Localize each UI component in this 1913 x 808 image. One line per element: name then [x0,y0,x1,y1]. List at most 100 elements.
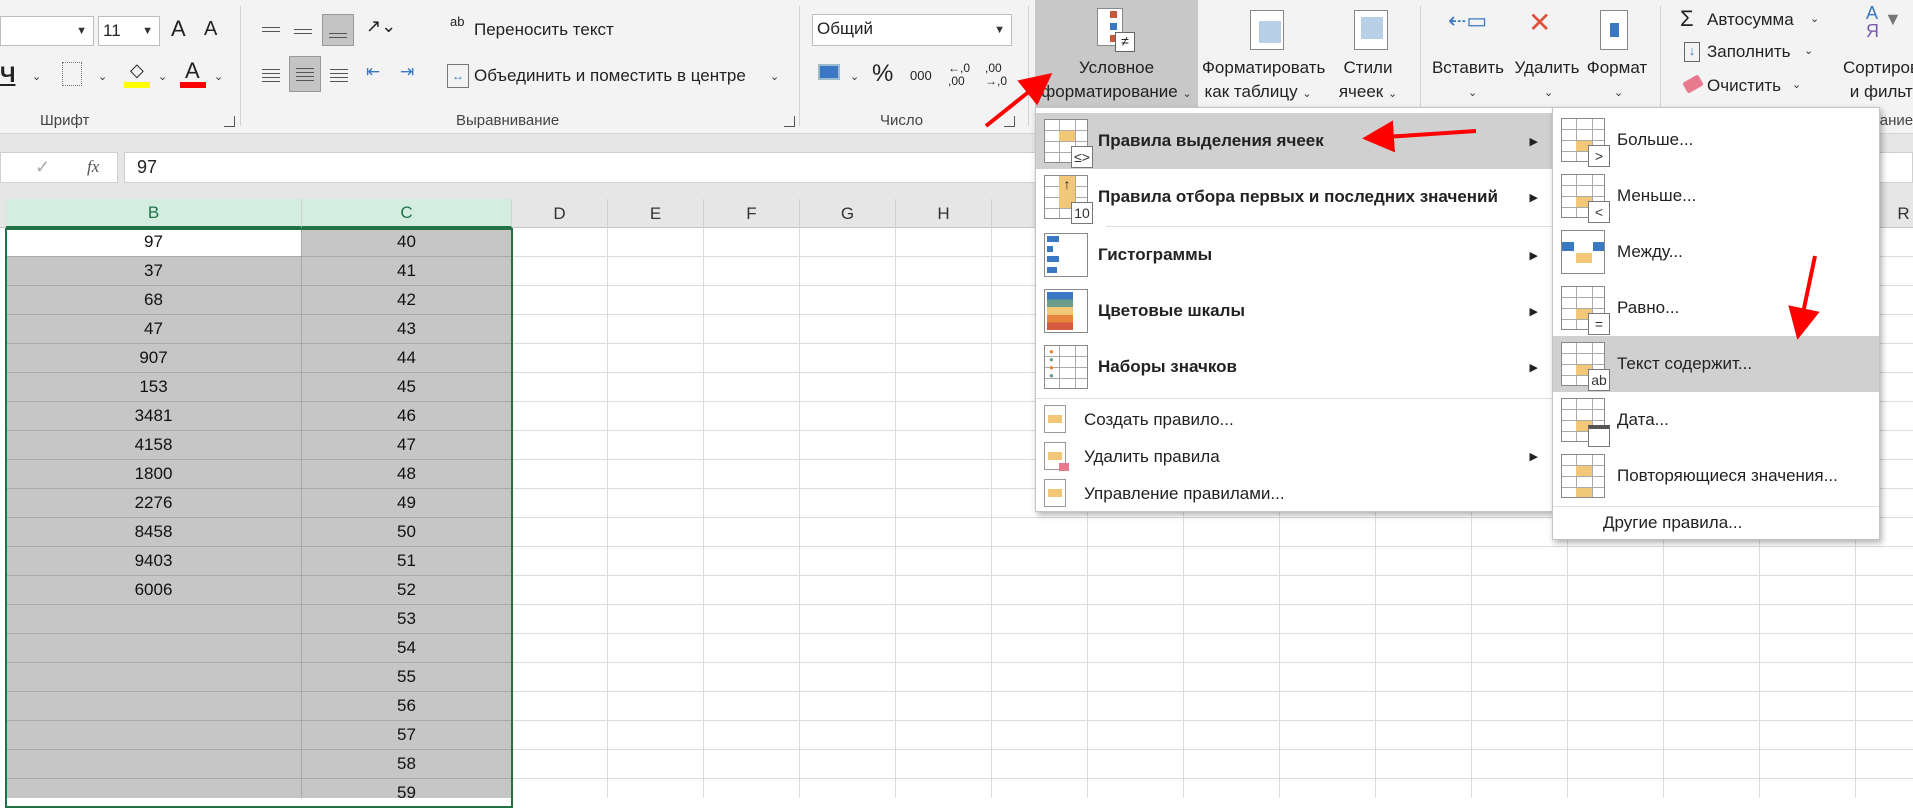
cell-E4[interactable] [608,315,704,344]
cell-L18[interactable] [1280,721,1376,750]
borders-icon[interactable] [62,62,82,86]
cell-D16[interactable] [512,663,608,692]
cell-F8[interactable] [704,431,800,460]
cell-G5[interactable] [800,344,896,373]
cell-O14[interactable] [1568,605,1664,634]
cell-D12[interactable] [512,547,608,576]
format-button[interactable]: Формат [1584,58,1650,78]
column-header-C[interactable]: C [302,199,512,228]
cell-J16[interactable] [1088,663,1184,692]
cell-M18[interactable] [1376,721,1472,750]
cell-L19[interactable] [1280,750,1376,779]
cell-H16[interactable] [896,663,992,692]
cell-G15[interactable] [800,634,896,663]
cell-D3[interactable] [512,286,608,315]
chevron-down-icon[interactable]: ⌄ [1804,44,1813,57]
cell-O16[interactable] [1568,663,1664,692]
cell-P20[interactable] [1664,779,1760,798]
cell-B4[interactable]: 47 [6,315,302,344]
cell-C13[interactable]: 52 [302,576,512,605]
cell-E5[interactable] [608,344,704,373]
clear-button[interactable]: Очистить [1707,76,1781,96]
cell-D5[interactable] [512,344,608,373]
cell-N17[interactable] [1472,692,1568,721]
cell-F3[interactable] [704,286,800,315]
autosum-button[interactable]: Автосумма [1707,10,1794,30]
column-header-F[interactable]: F [704,199,800,228]
align-right-icon[interactable] [326,58,352,92]
cell-F10[interactable] [704,489,800,518]
cell-E12[interactable] [608,547,704,576]
number-format-dropdown[interactable]: Общий ▼ [812,14,1012,46]
cell-G10[interactable] [800,489,896,518]
cell-B8[interactable]: 4158 [6,431,302,460]
menu-item-manage-rules[interactable]: Управление правилами... [1036,475,1552,512]
delete-button[interactable]: Удалить [1512,58,1582,78]
currency-icon[interactable] [818,64,840,80]
cell-R14[interactable] [1856,605,1913,634]
cell-D10[interactable] [512,489,608,518]
cell-B1[interactable]: 97 [6,228,302,257]
cell-C8[interactable]: 47 [302,431,512,460]
cell-J20[interactable] [1088,779,1184,798]
insert-button[interactable]: Вставить [1430,58,1506,78]
align-top-icon[interactable] [258,14,284,44]
cell-B9[interactable]: 1800 [6,460,302,489]
cell-K16[interactable] [1184,663,1280,692]
cell-M17[interactable] [1376,692,1472,721]
cell-H7[interactable] [896,402,992,431]
column-header-E[interactable]: E [608,199,704,228]
cell-K15[interactable] [1184,634,1280,663]
fill-button[interactable]: Заполнить [1707,42,1790,62]
chevron-down-icon[interactable]: ⌄ [214,70,223,83]
cell-F18[interactable] [704,721,800,750]
cell-H17[interactable] [896,692,992,721]
cell-R12[interactable] [1856,547,1913,576]
cell-E14[interactable] [608,605,704,634]
enter-check-icon[interactable]: ✓ [35,157,50,178]
cell-F11[interactable] [704,518,800,547]
cell-B13[interactable]: 6006 [6,576,302,605]
cell-G2[interactable] [800,257,896,286]
cell-F4[interactable] [704,315,800,344]
cell-C14[interactable]: 53 [302,605,512,634]
cell-B20[interactable] [6,779,302,798]
cell-Q14[interactable] [1760,605,1856,634]
cell-D4[interactable] [512,315,608,344]
cell-O17[interactable] [1568,692,1664,721]
cell-N13[interactable] [1472,576,1568,605]
conditional-formatting-button[interactable]: ≠ Условное форматирование ⌄ [1035,0,1198,107]
cell-I15[interactable] [992,634,1088,663]
menu-item-highlight-cell-rules[interactable]: ≤> Правила выделения ячеек ▶ [1036,113,1552,169]
cell-E2[interactable] [608,257,704,286]
cell-E20[interactable] [608,779,704,798]
cell-D7[interactable] [512,402,608,431]
submenu-item-more-rules[interactable]: Другие правила... [1553,507,1879,539]
chevron-down-icon[interactable]: ⌄ [98,70,107,83]
cell-D17[interactable] [512,692,608,721]
cell-B19[interactable] [6,750,302,779]
cell-P19[interactable] [1664,750,1760,779]
thousands-button[interactable]: 000 [910,68,932,83]
cell-E8[interactable] [608,431,704,460]
cell-D13[interactable] [512,576,608,605]
menu-item-data-bars[interactable]: Гистограммы ▶ [1036,227,1552,283]
underline-icon[interactable]: Ч [0,62,15,88]
cell-N16[interactable] [1472,663,1568,692]
menu-item-top-bottom-rules[interactable]: ↑ 10 Правила отбора первых и последних зн… [1036,169,1552,225]
chevron-down-icon[interactable]: ⌄ [158,70,167,83]
cell-H12[interactable] [896,547,992,576]
cell-M14[interactable] [1376,605,1472,634]
cell-P17[interactable] [1664,692,1760,721]
submenu-item-text-contains[interactable]: ab Текст содержит... [1553,336,1879,392]
format-as-table-button[interactable]: Форматировать [1202,58,1325,78]
cell-D18[interactable] [512,721,608,750]
cell-C10[interactable]: 49 [302,489,512,518]
cell-K20[interactable] [1184,779,1280,798]
cell-G17[interactable] [800,692,896,721]
cell-F5[interactable] [704,344,800,373]
align-center-icon[interactable] [289,56,321,92]
cell-G6[interactable] [800,373,896,402]
cell-D19[interactable] [512,750,608,779]
cell-N14[interactable] [1472,605,1568,634]
